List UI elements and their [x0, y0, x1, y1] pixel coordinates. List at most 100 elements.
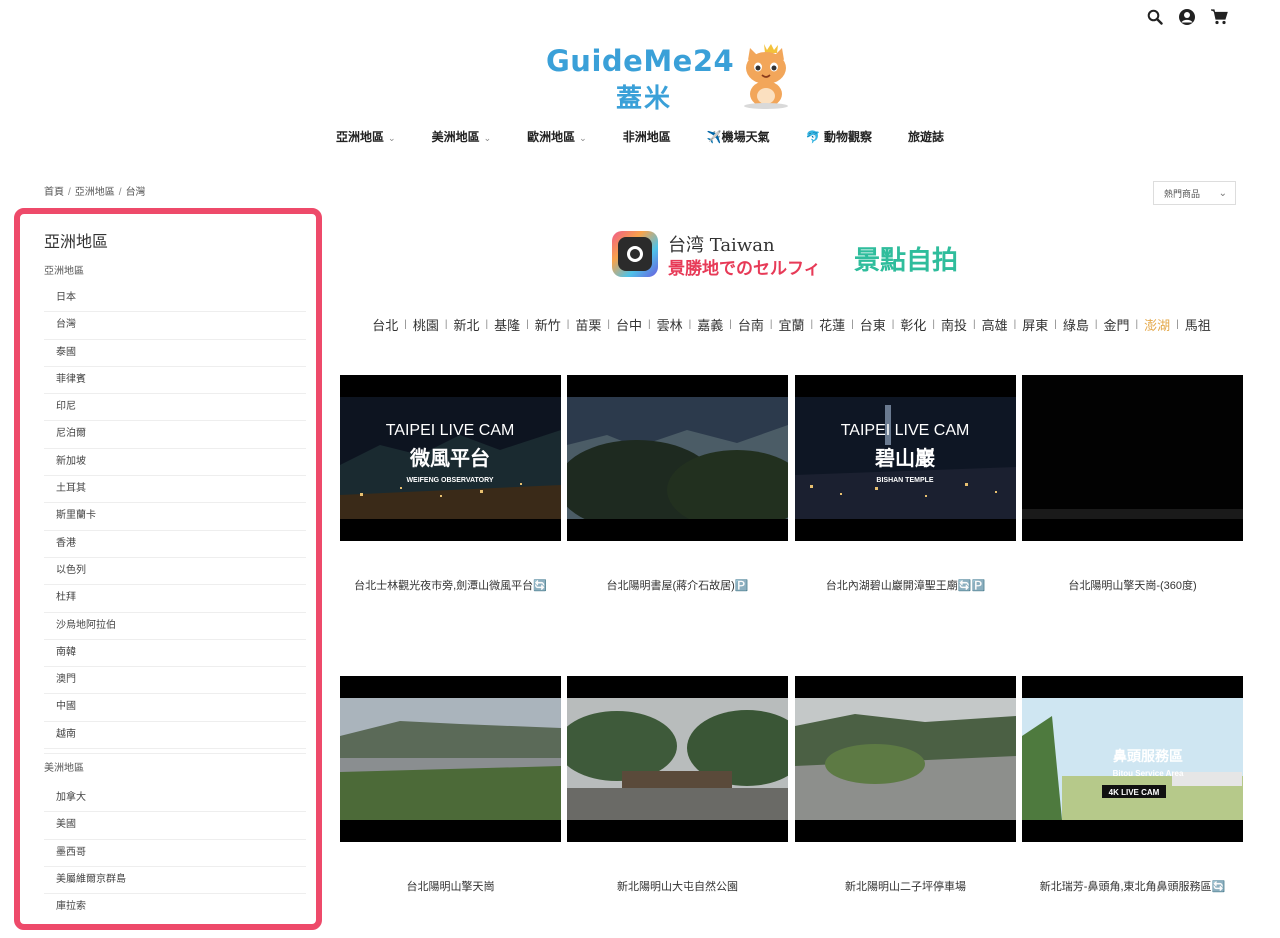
main-nav: 亞洲地區 ⌄ 美洲地區 ⌄ 歐洲地區 ⌄ 非洲地區 ✈️機場天氣 🐬 動物觀察 旅遊誌 [0, 128, 1280, 145]
product-card[interactable]: 鼻頭服務區 Bitou Service Area 4K LIVE CAM 新北瑞… [1022, 676, 1243, 893]
breadcrumb-taiwan[interactable]: 台灣 [126, 187, 146, 198]
banner-highlight: 景點自拍 [854, 245, 959, 275]
category-item[interactable]: 沙烏地阿拉伯 [44, 613, 306, 640]
overlay-subtitle: BISHAN TEMPLE [876, 477, 934, 484]
city-filter-item[interactable]: 花蓮 [819, 315, 845, 334]
city-filter-item[interactable]: 嘉義 [697, 315, 723, 334]
product-title[interactable]: 新北陽明山大屯自然公園 [557, 878, 798, 894]
city-separator: | [810, 319, 814, 330]
nav-item-travel-journal[interactable]: 旅遊誌 [890, 128, 962, 145]
nav-item-animal-watch[interactable]: 🐬 動物觀察 [788, 128, 890, 145]
category-group-americas[interactable]: 美洲地區 [44, 753, 306, 781]
product-card[interactable]: TAIPEI LIVE CAM 碧山巖 BISHAN TEMPLE 台北內湖碧山… [795, 375, 1016, 592]
search-icon[interactable] [1146, 8, 1164, 26]
category-item[interactable]: 美國 [44, 812, 306, 840]
city-filter-item[interactable]: 雲林 [657, 315, 683, 334]
category-item[interactable]: 斯里蘭卡 [44, 503, 306, 531]
category-list-asia: 日本 台灣 泰國 菲律賓 印尼 尼泊爾 新加坡 土耳其 斯里蘭卡 香港 以色列 … [44, 285, 306, 750]
category-item[interactable]: 杜拜 [44, 585, 306, 613]
city-separator: | [1054, 319, 1057, 330]
city-filter-item[interactable]: 桃園 [413, 315, 439, 334]
category-item[interactable]: 中國 [44, 694, 306, 722]
category-group-asia[interactable]: 亞洲地區 [44, 263, 306, 281]
product-thumbnail [795, 676, 1016, 842]
city-filter-item[interactable]: 台南 [738, 315, 764, 334]
camera-app-icon [612, 231, 658, 277]
city-separator: | [891, 319, 895, 330]
product-card[interactable]: TAIPEI LIVE CAM 微風平台 WEIFENG OBSERVATORY… [340, 375, 561, 592]
category-item[interactable]: 日本 [44, 285, 306, 313]
overlay-subtitle: WEIFENG OBSERVATORY [406, 477, 493, 484]
sidebar-title: 亞洲地區 [44, 234, 109, 251]
nav-item-label: 旅遊誌 [907, 130, 944, 144]
city-filter-item[interactable]: 新竹 [535, 315, 561, 334]
product-title[interactable]: 新北瑞芳-鼻頭角,東北角鼻頭服務區🔄 [1012, 878, 1253, 894]
nav-item-europe[interactable]: 歐洲地區 ⌄ [509, 128, 605, 145]
city-filter-item[interactable]: 高雄 [982, 315, 1008, 334]
overlay-badge: 4K LIVE CAM [1109, 788, 1160, 797]
product-card[interactable]: 台北陽明書屋(蔣介石故居)🅿️ [567, 375, 788, 592]
category-item[interactable]: 美屬維爾京群島 [44, 867, 306, 895]
product-card[interactable]: 新北陽明山大屯自然公園 [567, 676, 788, 893]
product-title[interactable]: 台北士林觀光夜市旁,劍潭山微風平台🔄 [330, 577, 571, 593]
product-card[interactable]: 新北陽明山二子坪停車場 [795, 676, 1016, 893]
category-item[interactable]: 尼泊爾 [44, 421, 306, 449]
product-title[interactable]: 新北陽明山二子坪停車場 [785, 878, 1026, 894]
city-filter-item[interactable]: 屏東 [1022, 315, 1048, 334]
breadcrumb-separator: / [68, 187, 71, 198]
city-filter-item[interactable]: 金門 [1103, 315, 1129, 334]
nav-item-airport-weather[interactable]: ✈️機場天氣 [689, 128, 788, 145]
cart-icon[interactable] [1210, 8, 1228, 26]
nav-item-label: 非洲地區 [622, 130, 671, 144]
category-item[interactable]: 香港 [44, 531, 306, 558]
breadcrumb-asia[interactable]: 亞洲地區 [75, 187, 115, 198]
nav-item-label: 美洲地區 [431, 130, 480, 144]
category-item[interactable]: 南韓 [44, 640, 306, 668]
category-item[interactable]: 新加坡 [44, 449, 306, 477]
overlay-place: 鼻頭服務區 [1113, 748, 1183, 765]
product-card[interactable]: 台北陽明山擎天崗 [340, 676, 561, 893]
city-separator: | [688, 319, 692, 330]
category-item[interactable]: 印尼 [44, 394, 306, 422]
city-filter-item[interactable]: 新北 [453, 315, 479, 334]
nav-item-africa[interactable]: 非洲地區 [605, 128, 689, 145]
city-filter-item[interactable]: 台中 [616, 315, 642, 334]
city-filter-item[interactable]: 綠島 [1063, 315, 1089, 334]
category-item[interactable]: 以色列 [44, 558, 306, 586]
product-title[interactable]: 台北陽明山擎天崗-(360度) [1012, 577, 1253, 593]
breadcrumb-home[interactable]: 首頁 [44, 187, 64, 198]
user-icon[interactable] [1178, 8, 1196, 26]
product-card[interactable]: 台北陽明山擎天崗-(360度) [1022, 375, 1243, 592]
product-title[interactable]: 台北內湖碧山巖開漳聖王廟🔄🅿️ [785, 577, 1026, 593]
city-filter-item[interactable]: 馬祖 [1185, 315, 1211, 334]
overlay-place: 微風平台 [409, 446, 490, 470]
category-item[interactable]: 泰國 [44, 340, 306, 367]
site-logo[interactable]: GuideMe24 蓋米 [546, 38, 796, 114]
city-filter-item[interactable]: 澎湖 [1144, 315, 1170, 334]
chevron-down-icon: ⌄ [388, 133, 396, 143]
product-title[interactable]: 台北陽明山擎天崗 [330, 878, 571, 894]
category-item[interactable]: 菲律賓 [44, 367, 306, 395]
category-item[interactable]: 加拿大 [44, 785, 306, 813]
category-item[interactable]: 庫拉索 [44, 894, 306, 921]
city-filter-item[interactable]: 基隆 [494, 315, 520, 334]
product-title[interactable]: 台北陽明書屋(蔣介石故居)🅿️ [557, 577, 798, 593]
category-item[interactable]: 越南 [44, 722, 306, 750]
city-separator: | [485, 319, 489, 330]
nav-item-americas[interactable]: 美洲地區 ⌄ [414, 128, 510, 145]
sort-select[interactable]: 熱門商品 ⌄ [1153, 181, 1236, 205]
category-item[interactable]: 墨西哥 [44, 840, 306, 867]
category-item[interactable]: 台灣 [44, 312, 306, 340]
chevron-down-icon: ⌄ [483, 133, 492, 143]
category-item[interactable]: 澳門 [44, 667, 306, 695]
overlay-title: TAIPEI LIVE CAM [386, 422, 515, 439]
city-filter-item[interactable]: 南投 [941, 315, 967, 334]
city-filter-item[interactable]: 台北 [372, 315, 398, 334]
city-filter-item[interactable]: 宜蘭 [778, 315, 804, 334]
category-item[interactable]: 土耳其 [44, 476, 306, 504]
city-filter-item[interactable]: 苗栗 [575, 315, 601, 334]
product-thumbnail [567, 375, 788, 541]
nav-item-asia[interactable]: 亞洲地區 ⌄ [318, 128, 414, 145]
city-filter-item[interactable]: 台東 [860, 315, 886, 334]
city-filter-item[interactable]: 彰化 [900, 315, 926, 334]
